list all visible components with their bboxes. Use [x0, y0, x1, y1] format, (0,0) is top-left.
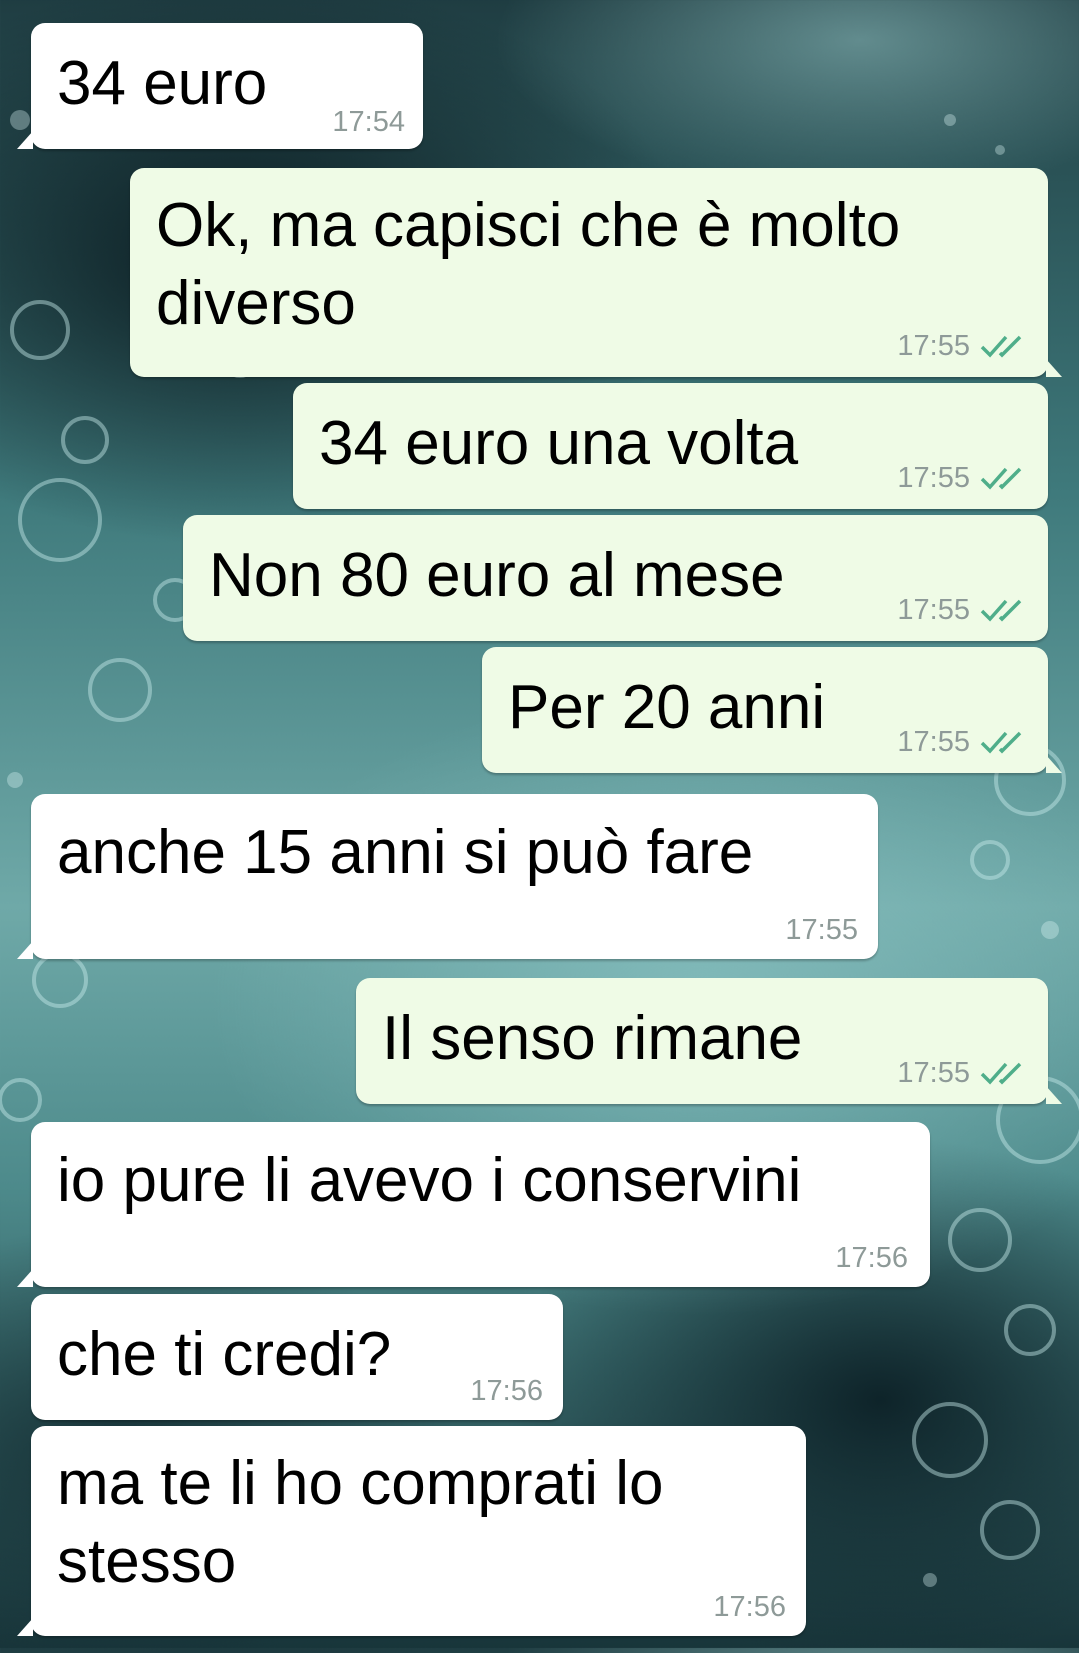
- message-bubble-outgoing[interactable]: Non 80 euro al mese 17:55: [183, 515, 1048, 641]
- message-bubble-incoming[interactable]: ma te li ho comprati lo stesso 17:56: [17, 1426, 806, 1636]
- message-text: Il senso rimane: [382, 1004, 803, 1073]
- message-text: Ok, ma capisci che è molto diverso: [156, 191, 901, 338]
- message-text: 34 euro una volta: [319, 409, 799, 478]
- message-timestamp: 17:56: [835, 1242, 908, 1274]
- message-text: io pure li avevo i conservini: [57, 1146, 802, 1215]
- message-bubble-incoming[interactable]: 34 euro 17:54: [17, 23, 423, 149]
- message-timestamp: 17:55: [897, 330, 970, 362]
- double-check-icon: [980, 599, 1022, 622]
- message-timestamp: 17:56: [713, 1591, 786, 1623]
- message-bubble-outgoing[interactable]: 34 euro una volta 17:55: [293, 383, 1048, 509]
- message-bubble-incoming[interactable]: io pure li avevo i conservini 17:56: [17, 1122, 930, 1287]
- message-bubble-outgoing[interactable]: Per 20 anni 17:55: [482, 647, 1062, 773]
- message-text: anche 15 anni si può fare: [57, 818, 754, 887]
- double-check-icon: [980, 467, 1022, 490]
- message-bubble-outgoing[interactable]: Ok, ma capisci che è molto diverso 17:55: [130, 168, 1062, 377]
- message-timestamp: 17:54: [332, 106, 405, 138]
- message-timestamp: 17:55: [897, 1057, 970, 1089]
- message-text: Per 20 anni: [508, 673, 826, 742]
- message-text: 34 euro: [57, 49, 268, 118]
- message-bubble-incoming[interactable]: anche 15 anni si può fare 17:55: [17, 794, 878, 959]
- message-text: Non 80 euro al mese: [209, 541, 785, 610]
- message-timestamp: 17:55: [897, 726, 970, 758]
- double-check-icon: [980, 335, 1022, 358]
- message-text: ma te li ho comprati lo stesso: [57, 1449, 664, 1596]
- double-check-icon: [980, 731, 1022, 754]
- message-timestamp: 17:55: [897, 462, 970, 494]
- double-check-icon: [980, 1062, 1022, 1085]
- message-timestamp: 17:56: [470, 1375, 543, 1407]
- message-timestamp: 17:55: [897, 594, 970, 626]
- message-timestamp: 17:55: [785, 914, 858, 946]
- message-bubble-outgoing[interactable]: Il senso rimane 17:55: [356, 978, 1062, 1104]
- message-bubble-incoming[interactable]: che ti credi? 17:56: [31, 1294, 563, 1420]
- message-text: che ti credi?: [57, 1320, 392, 1389]
